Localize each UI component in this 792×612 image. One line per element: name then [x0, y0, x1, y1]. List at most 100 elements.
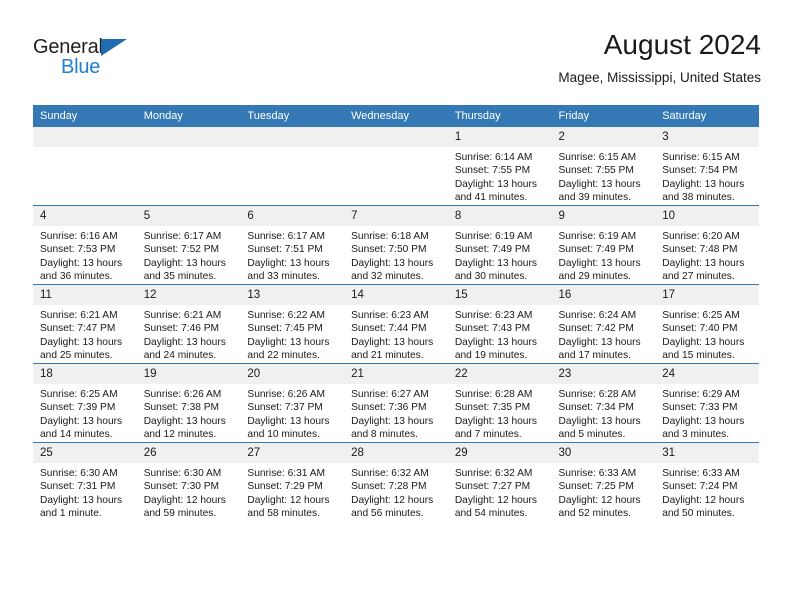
sunrise-text: Sunrise: 6:24 AM [558, 310, 637, 321]
day-details: Sunrise: 6:33 AM Sunset: 7:25 PM Daylight:… [552, 463, 656, 521]
general-blue-logo[interactable]: General Blue [33, 36, 153, 82]
weekday-header-monday: Monday [136, 105, 241, 127]
daylight-text: Daylight: 13 hours and 19 minutes. [454, 336, 537, 362]
title-block: August 2024 Magee, Mississippi, United S… [558, 28, 761, 88]
daylight-text: Daylight: 13 hours and 36 minutes. [40, 257, 123, 283]
daylight-text: Daylight: 13 hours and 39 minutes. [558, 178, 641, 204]
daylight-text: Daylight: 12 hours and 58 minutes. [247, 494, 330, 520]
day-number: 19 [136, 364, 241, 384]
sunrise-text: Sunrise: 6:23 AM [454, 310, 533, 321]
calendar-day-cell[interactable]: 16 Sunrise: 6:24 AM Sunset: 7:42 PM Dayligh… [551, 284, 656, 364]
calendar-day-cell[interactable]: 5 Sunrise: 6:17 AM Sunset: 7:52 PM Daylight… [136, 205, 241, 285]
calendar-day-cell[interactable]: 15 Sunrise: 6:23 AM Sunset: 7:43 PM Dayligh… [447, 284, 552, 364]
day-number: 28 [344, 443, 448, 463]
page-header: General Blue August 2024 Magee, Mississi… [33, 28, 761, 98]
calendar-day-cell[interactable]: 2 Sunrise: 6:15 AM Sunset: 7:55 PM Daylight… [551, 127, 656, 206]
calendar-day-cell[interactable]: 30 Sunrise: 6:33 AM Sunset: 7:25 PM Dayligh… [551, 442, 656, 521]
sunrise-text: Sunrise: 6:21 AM [40, 310, 118, 321]
calendar-day-cell[interactable]: 17 Sunrise: 6:25 AM Sunset: 7:40 PM Dayligh… [655, 284, 759, 364]
day-details: Sunrise: 6:30 AM Sunset: 7:30 PM Daylight:… [137, 463, 241, 521]
calendar-day-cell[interactable]: 4 Sunrise: 6:16 AM Sunset: 7:53 PM Daylight… [33, 205, 137, 285]
calendar-day-cell[interactable]: 8 Sunrise: 6:19 AM Sunset: 7:49 PM Daylight… [447, 205, 552, 285]
calendar-day-cell[interactable]: 25 Sunrise: 6:30 AM Sunset: 7:31 PM Dayligh… [33, 442, 137, 521]
sunrise-text: Sunrise: 6:32 AM [351, 468, 429, 479]
sunrise-text: Sunrise: 6:25 AM [662, 310, 740, 321]
calendar-day-cell[interactable]: 9 Sunrise: 6:19 AM Sunset: 7:49 PM Daylight… [551, 205, 656, 285]
day-number: 25 [33, 443, 137, 463]
day-details: Sunrise: 6:21 AM Sunset: 7:47 PM Daylight:… [33, 305, 137, 363]
day-number: 2 [551, 127, 656, 147]
calendar-day-cell[interactable]: 22 Sunrise: 6:28 AM Sunset: 7:35 PM Dayligh… [447, 363, 552, 443]
day-number: 26 [136, 443, 241, 463]
sunrise-text: Sunrise: 6:28 AM [558, 389, 637, 400]
day-details: Sunrise: 6:18 AM Sunset: 7:50 PM Daylight:… [344, 226, 448, 284]
sunset-text: Sunset: 7:47 PM [40, 323, 116, 335]
sunset-text: Sunset: 7:29 PM [247, 481, 323, 493]
calendar-day-cell-empty [33, 127, 137, 206]
day-details: Sunrise: 6:32 AM Sunset: 7:28 PM Daylight:… [344, 463, 448, 521]
calendar-day-cell[interactable]: 6 Sunrise: 6:17 AM Sunset: 7:51 PM Daylight… [240, 205, 345, 285]
calendar-day-cell[interactable]: 11 Sunrise: 6:21 AM Sunset: 7:47 PM Dayligh… [33, 284, 137, 364]
day-number [136, 127, 241, 147]
calendar-day-cell[interactable]: 31 Sunrise: 6:33 AM Sunset: 7:24 PM Dayligh… [655, 442, 759, 521]
day-number: 7 [344, 206, 448, 226]
calendar-page: General Blue August 2024 Magee, Mississi… [0, 0, 792, 612]
calendar-day-cell[interactable]: 20 Sunrise: 6:26 AM Sunset: 7:37 PM Dayligh… [240, 363, 345, 443]
calendar-day-cell[interactable]: 12 Sunrise: 6:21 AM Sunset: 7:46 PM Dayligh… [136, 284, 241, 364]
sunset-text: Sunset: 7:35 PM [454, 402, 531, 414]
sunset-text: Sunset: 7:43 PM [454, 323, 531, 335]
day-details: Sunrise: 6:30 AM Sunset: 7:31 PM Daylight:… [33, 463, 137, 521]
day-details: Sunrise: 6:19 AM Sunset: 7:49 PM Daylight:… [448, 226, 552, 284]
calendar-day-cell[interactable]: 23 Sunrise: 6:28 AM Sunset: 7:34 PM Dayligh… [551, 363, 656, 443]
day-number: 30 [551, 443, 656, 463]
sunrise-text: Sunrise: 6:17 AM [247, 231, 325, 242]
calendar-day-cell[interactable]: 1 Sunrise: 6:14 AM Sunset: 7:55 PM Daylight… [447, 127, 552, 206]
daylight-text: Daylight: 13 hours and 10 minutes. [247, 415, 330, 441]
sunrise-text: Sunrise: 6:27 AM [351, 389, 429, 400]
calendar-day-cell[interactable]: 21 Sunrise: 6:27 AM Sunset: 7:36 PM Dayligh… [344, 363, 448, 443]
calendar-day-cell[interactable]: 28 Sunrise: 6:32 AM Sunset: 7:28 PM Dayligh… [344, 442, 448, 521]
calendar-day-cell[interactable]: 27 Sunrise: 6:31 AM Sunset: 7:29 PM Dayligh… [240, 442, 345, 521]
calendar-day-cell[interactable]: 3 Sunrise: 6:15 AM Sunset: 7:54 PM Daylight… [655, 127, 759, 206]
day-number: 5 [136, 206, 241, 226]
calendar-day-cell[interactable]: 24 Sunrise: 6:29 AM Sunset: 7:33 PM Dayligh… [655, 363, 759, 443]
daylight-text: Daylight: 13 hours and 41 minutes. [454, 178, 537, 204]
logo-text-general: General [33, 36, 103, 58]
weekday-header-friday: Friday [551, 105, 656, 127]
sunset-text: Sunset: 7:38 PM [143, 402, 220, 414]
day-details: Sunrise: 6:20 AM Sunset: 7:48 PM Daylight:… [655, 226, 759, 284]
day-number: 18 [33, 364, 137, 384]
day-number: 14 [344, 285, 448, 305]
sunrise-text: Sunrise: 6:25 AM [40, 389, 118, 400]
sunset-text: Sunset: 7:46 PM [143, 323, 220, 335]
sunrise-text: Sunrise: 6:22 AM [247, 310, 325, 321]
calendar-day-cell[interactable]: 29 Sunrise: 6:32 AM Sunset: 7:27 PM Dayligh… [447, 442, 552, 521]
calendar-week-row: 25 Sunrise: 6:30 AM Sunset: 7:31 PM Dayligh… [33, 442, 759, 521]
calendar-week-row: 1 Sunrise: 6:14 AM Sunset: 7:55 PM Daylight… [33, 127, 759, 206]
calendar-day-cell[interactable]: 26 Sunrise: 6:30 AM Sunset: 7:30 PM Dayligh… [136, 442, 241, 521]
logo-text-blue: Blue [61, 56, 101, 78]
day-details: Sunrise: 6:17 AM Sunset: 7:51 PM Daylight:… [240, 226, 344, 284]
day-details: Sunrise: 6:28 AM Sunset: 7:34 PM Daylight:… [552, 384, 656, 442]
calendar-day-cell[interactable]: 18 Sunrise: 6:25 AM Sunset: 7:39 PM Dayligh… [33, 363, 137, 443]
day-number: 23 [551, 364, 656, 384]
daylight-text: Daylight: 13 hours and 17 minutes. [558, 336, 641, 362]
day-details: Sunrise: 6:27 AM Sunset: 7:36 PM Daylight:… [344, 384, 448, 442]
sunrise-text: Sunrise: 6:15 AM [662, 152, 740, 163]
day-details: Sunrise: 6:31 AM Sunset: 7:29 PM Daylight:… [240, 463, 344, 521]
sunrise-text: Sunrise: 6:31 AM [247, 468, 325, 479]
calendar-day-cell[interactable]: 13 Sunrise: 6:22 AM Sunset: 7:45 PM Dayligh… [240, 284, 345, 364]
calendar-day-cell[interactable]: 10 Sunrise: 6:20 AM Sunset: 7:48 PM Dayligh… [655, 205, 759, 285]
daylight-text: Daylight: 12 hours and 52 minutes. [558, 494, 641, 520]
day-number: 13 [240, 285, 345, 305]
day-details: Sunrise: 6:24 AM Sunset: 7:42 PM Daylight:… [552, 305, 656, 363]
day-details: Sunrise: 6:23 AM Sunset: 7:44 PM Daylight:… [344, 305, 448, 363]
daylight-text: Daylight: 13 hours and 8 minutes. [351, 415, 434, 441]
calendar-day-cell-empty [136, 127, 241, 206]
calendar-day-cell[interactable]: 14 Sunrise: 6:23 AM Sunset: 7:44 PM Dayligh… [344, 284, 448, 364]
day-number [240, 127, 345, 147]
calendar-day-cell[interactable]: 7 Sunrise: 6:18 AM Sunset: 7:50 PM Daylight… [344, 205, 448, 285]
page-title: August 2024 [603, 29, 761, 60]
day-details: Sunrise: 6:17 AM Sunset: 7:52 PM Daylight:… [137, 226, 241, 284]
calendar-day-cell[interactable]: 19 Sunrise: 6:26 AM Sunset: 7:38 PM Dayligh… [136, 363, 241, 443]
